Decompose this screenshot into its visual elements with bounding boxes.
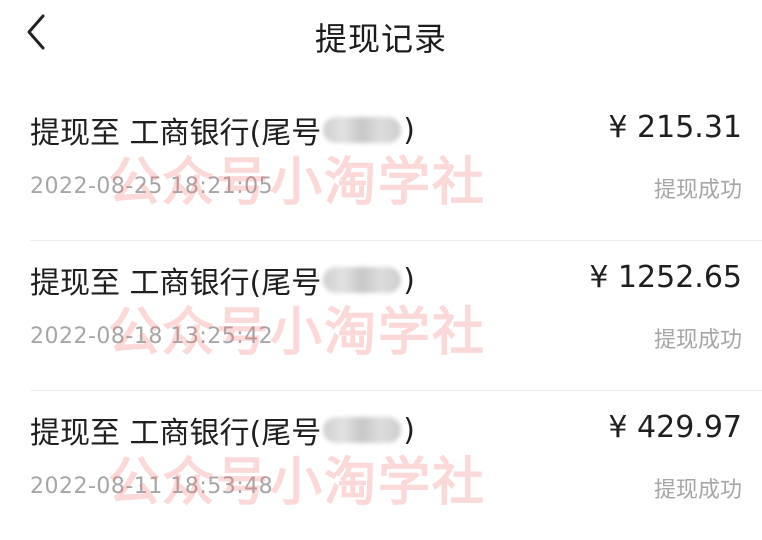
record-title-suffix: )	[403, 112, 415, 148]
withdrawal-record-list: 提现至 工商银行(尾号) ¥ 215.31 2022-08-25 18:21:0…	[0, 90, 762, 540]
page-title: 提现记录	[314, 20, 447, 58]
navigation-bar: 提现记录	[0, 0, 762, 72]
record-title-text: 提现至 工商银行(尾号	[30, 416, 322, 451]
record-amount: ¥ 215.31	[608, 110, 742, 145]
record-amount: ¥ 429.97	[608, 410, 742, 445]
list-item[interactable]: 提现至 工商银行(尾号) ¥ 429.97 2022-08-11 18:53:4…	[0, 390, 762, 540]
record-amount: ¥ 1252.65	[589, 260, 742, 295]
list-item[interactable]: 提现至 工商银行(尾号) ¥ 1252.65 2022-08-18 13:25:…	[0, 240, 762, 390]
record-title: 提现至 工商银行(尾号)	[30, 258, 415, 302]
masked-card-number	[323, 267, 402, 293]
list-item[interactable]: 提现至 工商银行(尾号) ¥ 215.31 2022-08-25 18:21:0…	[0, 90, 762, 240]
record-title: 提现至 工商银行(尾号)	[30, 108, 415, 152]
masked-card-number	[323, 417, 402, 443]
record-timestamp: 2022-08-11 18:53:48	[30, 474, 274, 499]
record-title-suffix: )	[403, 262, 415, 298]
record-title-text: 提现至 工商银行(尾号	[30, 266, 322, 301]
record-title-text: 提现至 工商银行(尾号	[30, 116, 322, 151]
record-status: 提现成功	[653, 178, 742, 203]
record-timestamp: 2022-08-18 13:25:42	[30, 324, 274, 349]
record-status: 提现成功	[653, 328, 742, 353]
record-title-suffix: )	[403, 412, 415, 448]
record-status: 提现成功	[653, 478, 742, 503]
record-timestamp: 2022-08-25 18:21:05	[30, 174, 274, 199]
record-title: 提现至 工商银行(尾号)	[30, 408, 415, 452]
masked-card-number	[323, 117, 402, 143]
